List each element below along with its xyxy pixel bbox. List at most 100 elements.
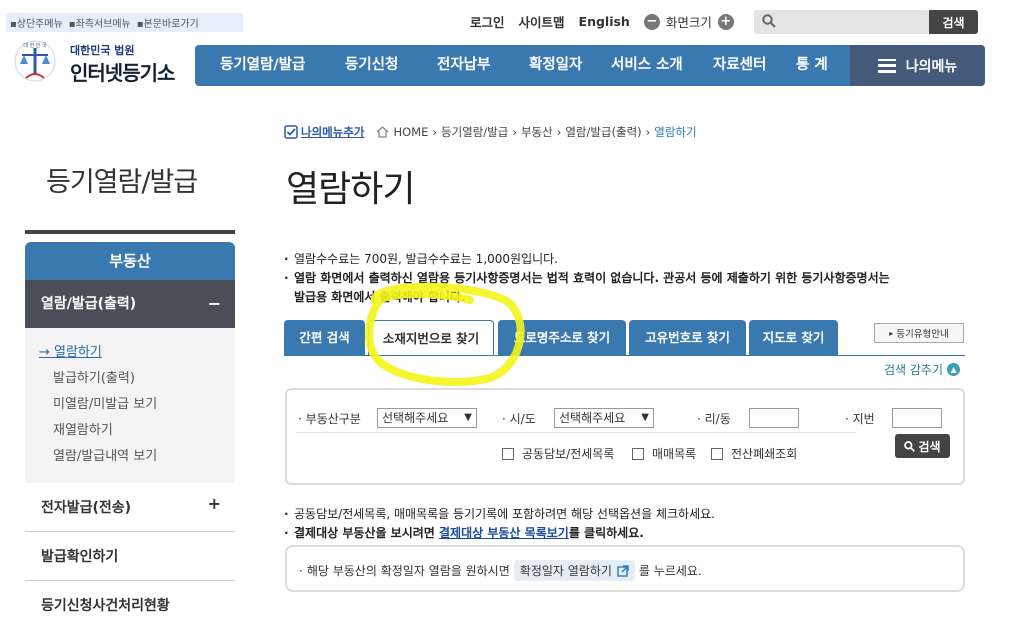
zoom-label: 화면크기 <box>665 15 712 30</box>
nav-registry-apply[interactable]: 등기신청 <box>345 45 398 86</box>
note-options: 공동담보/전세목록, 매매목록을 등기기록에 포함하려면 해당 선택옵션을 체크… <box>284 505 715 524</box>
external-link-icon <box>617 564 629 577</box>
lnb-item-label: 등기신청사건처리현황 <box>41 598 170 614</box>
tab-map[interactable]: 지도로 찾기 <box>749 320 838 356</box>
collapse-icon: − <box>207 294 221 313</box>
court-emblem-icon: 대 한 민 국 <box>14 40 56 82</box>
checkbox-joint-collateral[interactable]: 공동담보/전세목록 <box>502 445 614 462</box>
nav-registry-view[interactable]: 등기열람/발급 <box>220 45 305 86</box>
jibun-input[interactable] <box>892 408 942 428</box>
property-type-select[interactable]: 선택해주세요 ▼ <box>377 408 477 428</box>
logo-subtitle: 대한민국 법원 <box>70 44 135 57</box>
skip-links: ▪상단주메뉴 ▪좌측서브메뉴 ▪본문바로가기 <box>6 13 243 32</box>
lnb-item-label: 전자발급(전송) <box>41 500 132 516</box>
zoom-control: − 화면크기 + <box>643 12 734 31</box>
skip-link-left[interactable]: ▪좌측서브메뉴 <box>69 15 131 30</box>
lnb-sub-unviewed[interactable]: 미열람/미발급 보기 <box>25 394 235 420</box>
info-text-post: 를 누르세요. <box>638 564 702 578</box>
lnb-item-label: 발급확인하기 <box>41 549 119 565</box>
lnb-item-view-issue[interactable]: 열람/발급(출력) − <box>25 280 235 328</box>
breadcrumb-home[interactable]: HOME <box>393 125 428 139</box>
chevron-right-icon: › <box>645 125 651 139</box>
lnb-item-e-issue[interactable]: 전자발급(전송) + <box>25 484 235 532</box>
sido-label: · 시/도 <box>502 412 536 426</box>
lnb-sub-review[interactable]: 재열람하기 <box>25 420 235 446</box>
zoom-out-icon[interactable]: − <box>643 13 660 30</box>
logo-title: 인터넷등기소 <box>70 61 175 85</box>
nav-fixed-date[interactable]: 확정일자 <box>529 45 582 86</box>
search-input[interactable] <box>782 12 922 32</box>
svg-text:대 한 민 국: 대 한 민 국 <box>23 42 47 49</box>
chevron-down-icon: ▼ <box>464 412 472 423</box>
checkbox-sale-list[interactable]: 매매목록 <box>632 445 696 462</box>
breadcrumb-current: 열람하기 <box>654 125 697 139</box>
registry-type-guide-button[interactable]: ▸ 등기유형안내 <box>874 323 964 343</box>
chevron-right-icon: › <box>512 125 517 139</box>
ri-dong-input[interactable] <box>749 408 799 428</box>
divider <box>296 432 856 433</box>
checkbox-icon <box>632 447 644 460</box>
lnb-item-verify[interactable]: 발급확인하기 <box>25 533 235 581</box>
payment-list-link[interactable]: 결제대상 부동산 목록보기 <box>439 526 569 540</box>
jibun-label: · 지번 <box>845 412 875 426</box>
my-menu-label: 나의메뉴 <box>905 58 958 75</box>
site-logo[interactable]: 대 한 민 국 대한민국 법원 인터넷등기소 <box>12 38 182 88</box>
bottom-notes: 공동담보/전세목록, 매매목록을 등기기록에 포함하려면 해당 선택옵션을 체크… <box>284 505 715 543</box>
chevron-right-icon: › <box>556 125 562 139</box>
search-button[interactable]: 검색 <box>929 10 978 34</box>
lnb-sub-view[interactable]: → 열람하기 <box>25 342 235 368</box>
form-search-label: 검색 <box>918 439 941 454</box>
checkbox-check-icon <box>284 125 298 139</box>
checkbox-closed-records[interactable]: 전산폐쇄조회 <box>711 445 797 462</box>
tab-unique-number[interactable]: 고유번호로 찾기 <box>629 320 746 356</box>
fixed-date-info: · 해당 부동산의 확정일자 열람을 원하시면 확정일자 열람하기 를 누르세요… <box>285 545 965 592</box>
nav-statistics[interactable]: 통 계 <box>796 45 828 86</box>
toggle-label: 검색 감추기 <box>884 363 944 377</box>
tab-simple-search[interactable]: 간편 검색 <box>284 320 365 356</box>
tab-lot-number[interactable]: 소재지번으로 찾기 <box>368 320 494 356</box>
note-fee: 열람수수료는 700원, 발급수수료는 1,000원입니다. <box>284 250 974 269</box>
form-search-button[interactable]: 검색 <box>895 434 950 458</box>
note-legal-effect: 열람 화면에서 출력하신 열람용 등기사항증명서는 법적 효력이 없습니다. 관… <box>284 269 974 288</box>
search-form <box>285 388 965 485</box>
breadcrumb-registry[interactable]: 등기열람/발급 <box>441 124 508 140</box>
nav-resource-center[interactable]: 자료센터 <box>713 45 766 86</box>
hamburger-icon <box>877 58 896 73</box>
english-link[interactable]: English <box>579 14 630 29</box>
note-legal-effect-cont: 발급용 화면에서 출력해야 합니다. <box>294 290 466 304</box>
nav-e-payment[interactable]: 전자납부 <box>437 45 490 86</box>
lnb-sub-history[interactable]: 열람/발급내역 보기 <box>25 446 235 472</box>
skip-link-body[interactable]: ▪본문바로가기 <box>137 15 199 30</box>
sitemap-link[interactable]: 사이트맵 <box>519 12 565 31</box>
breadcrumb: 나의메뉴추가 HOME › 등기열람/발급 › 부동산 › 열람/발급(출력) … <box>284 124 697 140</box>
nav-service-intro[interactable]: 서비스 소개 <box>611 45 683 86</box>
add-my-menu-link[interactable]: 나의메뉴추가 <box>284 124 364 140</box>
lnb-item-case-status[interactable]: 등기신청사건처리현황 <box>25 582 235 630</box>
fee-notes: 열람수수료는 700원, 발급수수료는 1,000원입니다. 열람 화면에서 출… <box>284 250 974 307</box>
ri-dong-label: · 리/동 <box>697 412 731 426</box>
lnb-item-label: 열람/발급(출력) <box>41 296 137 312</box>
chevron-right-icon: › <box>432 125 437 139</box>
breadcrumb-realestate[interactable]: 부동산 <box>521 124 553 140</box>
add-my-menu-label: 나의메뉴추가 <box>301 125 365 139</box>
skip-link-top[interactable]: ▪상단주메뉴 <box>10 15 63 30</box>
login-link[interactable]: 로그인 <box>470 12 505 31</box>
my-menu-button[interactable]: 나의메뉴 <box>850 45 985 86</box>
chevron-down-icon: ▼ <box>641 412 649 423</box>
page-title: 열람하기 <box>286 169 415 210</box>
lnb-header[interactable]: 부동산 <box>25 242 235 280</box>
expand-icon: + <box>207 494 221 513</box>
hide-search-toggle[interactable]: 검색 감추기 ▲ <box>884 361 961 378</box>
search-icon <box>904 440 916 452</box>
arrow-right-icon: ▸ <box>889 328 894 338</box>
sido-select[interactable]: 선택해주세요 ▼ <box>554 408 654 428</box>
breadcrumb-view-issue[interactable]: 열람/발급(출력) <box>565 124 641 140</box>
fixed-date-view-button[interactable]: 확정일자 열람하기 <box>513 560 635 581</box>
tab-road-address[interactable]: 도로명주소로 찾기 <box>498 320 626 356</box>
utility-nav: 로그인 사이트맵 English − 화면크기 + <box>470 12 734 31</box>
lnb-sub-issue[interactable]: 발급하기(출력) <box>25 368 235 394</box>
info-text: 해당 부동산의 확정일자 열람을 원하시면 <box>306 564 510 578</box>
tab-divider <box>284 355 965 356</box>
side-title: 등기열람/발급 <box>46 167 198 198</box>
zoom-in-icon[interactable]: + <box>717 13 734 30</box>
